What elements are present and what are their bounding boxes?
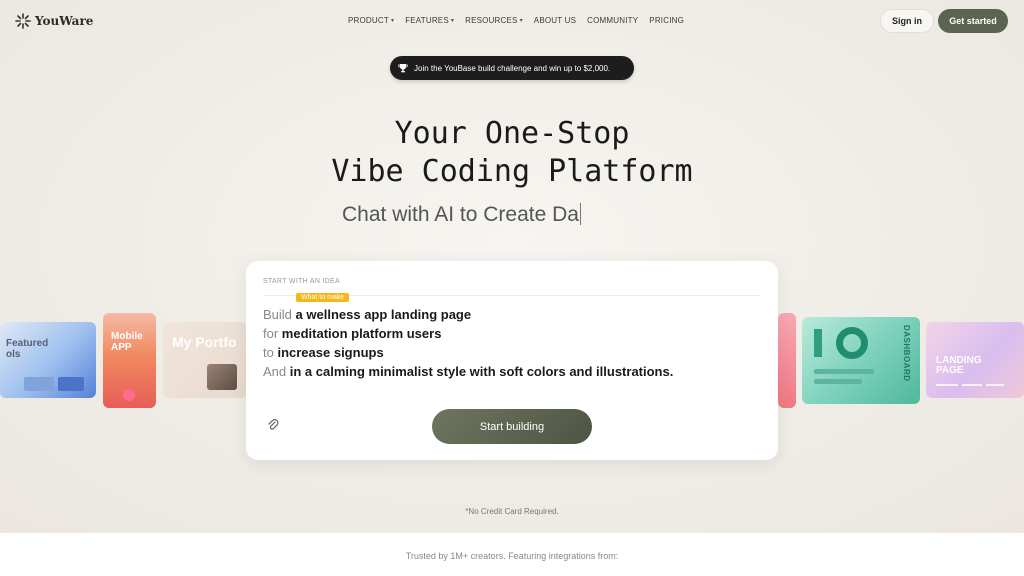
nav-label: PRICING [649,16,685,25]
card-thumbnail [207,364,237,390]
banner-text: Join the YouBase build challenge and win… [414,63,611,73]
nav-item-resources[interactable]: RESOURCES ▾ [465,16,523,25]
template-card-portfolio[interactable]: My Portfo [163,322,247,398]
hero-title: Your One-Stop Vibe Coding Platform [0,115,1024,191]
what-to-make-tag: What to make [296,293,350,302]
card-decoration [936,384,958,386]
nav-label: RESOURCES [465,16,518,25]
prompt-key: And [263,364,287,379]
chevron-down-icon: ▾ [519,18,523,24]
card-decoration [814,379,862,384]
nav-label: ABOUT US [533,16,577,25]
hero-typing-subtitle: Chat with AI to Create Da [342,203,581,227]
nav-label: PRODUCT [348,16,389,25]
card-label: LANDING PAGE [936,355,982,376]
prompt-key: to [263,345,274,360]
prompt-row-and: And in a calming minimalist style with s… [263,362,673,381]
trusted-text: Trusted by 1M+ creators. Featuring integ… [405,551,619,561]
trophy-icon [398,64,408,73]
text-caret [579,203,581,225]
brand-name: YouWare [35,14,94,28]
chevron-down-icon: ▾ [390,18,395,24]
prompt-key: Build [263,307,292,322]
prompt-key: for [263,326,279,341]
template-card-featured[interactable]: Featured ols [0,322,96,398]
card-decoration [986,384,1004,386]
main-menu: PRODUCT ▾ FEATURES ▾ RESOURCES ▾ ABOUT US C… [348,16,684,25]
template-card-dashboard[interactable]: DASHBOARD [802,317,920,404]
prompt-value[interactable]: in a calming minimalist style with soft … [290,364,674,379]
nav-item-pricing[interactable]: PRICING [649,16,684,25]
top-nav: YouWare PRODUCT ▾ FEATURES ▾ RESOURCES ▾ AB… [0,0,1024,42]
challenge-banner[interactable]: Join the YouBase build challenge and win… [390,56,634,80]
chevron-down-icon: ▾ [450,18,455,24]
card-label: Mobile APP [111,331,143,353]
card-label: DASHBOARD [902,325,911,382]
prompt-value[interactable]: meditation platform users [282,326,442,341]
card-decoration [836,327,868,359]
card-decoration [123,389,135,401]
paperclip-icon[interactable] [266,418,280,432]
brand-logo[interactable]: YouWare [15,13,93,29]
nav-item-product[interactable]: PRODUCT ▾ [348,16,394,25]
typing-text: Chat with AI to Create Da [342,203,579,226]
card-decoration [962,384,982,386]
sign-in-button[interactable]: Sign in [880,9,934,33]
card-decoration [814,369,874,374]
card-decoration [58,377,84,391]
template-card-landing-page[interactable]: LANDING PAGE [926,322,1024,398]
idea-prompt-card: START WITH AN IDEA What to make Build a … [246,261,778,460]
template-card-partial[interactable] [778,313,796,408]
card-decoration [24,377,54,391]
hero-title-line-2: Vibe Coding Platform [331,154,693,189]
nav-item-features[interactable]: FEATURES ▾ [405,16,454,25]
nav-item-about-us[interactable]: ABOUT US [534,16,576,25]
card-label: Featured ols [6,338,49,360]
nav-item-community[interactable]: COMMUNITY [587,16,638,25]
card-label: My Portfo [172,334,237,350]
prompt-text[interactable]: Build a wellness app landing page for me… [263,305,673,381]
prompt-value[interactable]: a wellness app landing page [296,307,472,322]
hero-title-line-1: Your One-Stop [394,116,630,151]
prompt-value[interactable]: increase signups [277,345,383,360]
prompt-row-to: to increase signups [263,343,673,362]
card-decoration [814,329,822,357]
template-card-mobile-app[interactable]: Mobile APP [103,313,156,408]
nav-label: COMMUNITY [587,16,639,25]
start-building-button[interactable]: Start building [432,409,592,444]
logo-icon [15,13,31,29]
prompt-row-for: for meditation platform users [263,324,673,343]
nav-label: FEATURES [405,16,449,25]
prompt-row-build: Build a wellness app landing page [263,305,673,324]
get-started-button[interactable]: Get started [938,9,1008,33]
section-label: START WITH AN IDEA [263,278,340,285]
no-credit-card-note: *No Credit Card Required. [465,507,559,516]
